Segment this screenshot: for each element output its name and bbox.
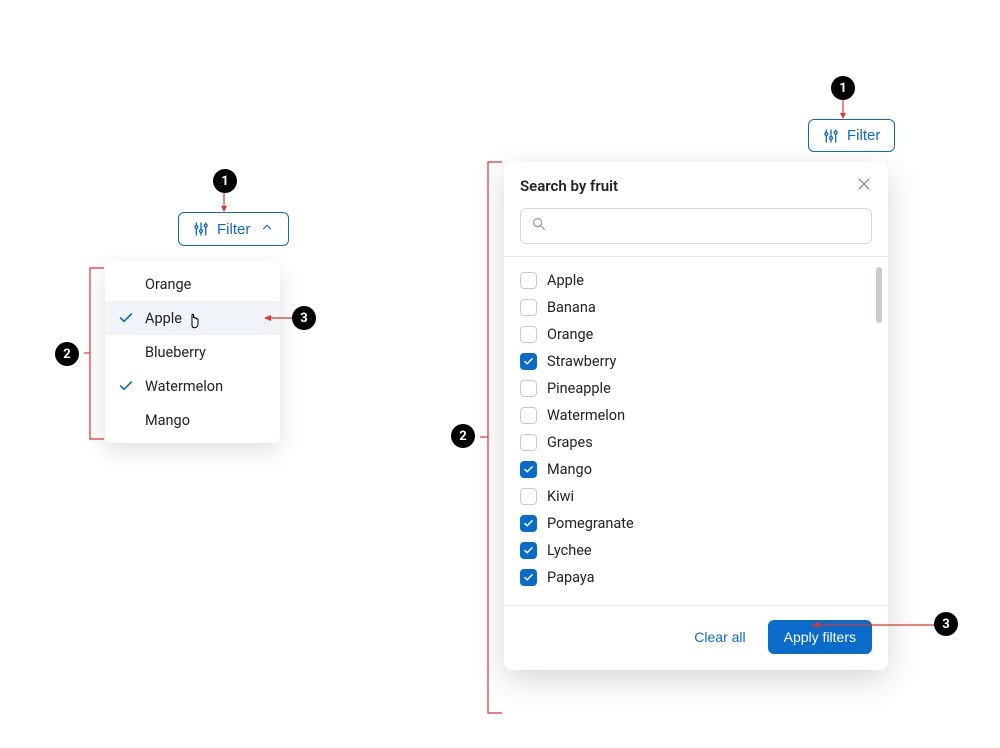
sliders-icon — [193, 221, 209, 237]
pointer-cursor-icon — [186, 310, 204, 330]
annotation-badge: 3 — [292, 306, 316, 330]
checkbox-label: Strawberry — [547, 353, 616, 370]
checkbox-label: Apple — [547, 272, 584, 289]
sliders-icon — [823, 128, 839, 144]
checkbox-label: Grapes — [547, 434, 593, 451]
checkbox-label: Pomegranate — [547, 515, 634, 532]
checkbox[interactable] — [520, 326, 537, 343]
annotation-badge: 2 — [55, 342, 79, 366]
checkbox-label: Banana — [547, 299, 596, 316]
checkbox-row[interactable]: Kiwi — [520, 483, 872, 510]
close-icon[interactable] — [856, 176, 872, 196]
filter-menu[interactable]: Orange Apple Blueberry Watermelon Mango — [105, 261, 280, 443]
checkbox-row[interactable]: Orange — [520, 321, 872, 348]
check-icon — [117, 377, 135, 395]
clear-all-button[interactable]: Clear all — [688, 628, 751, 646]
search-icon — [531, 216, 547, 236]
checkbox-label: Lychee — [547, 542, 592, 559]
menu-item[interactable]: Blueberry — [105, 335, 280, 369]
checkbox[interactable] — [520, 569, 537, 586]
checkbox[interactable] — [520, 380, 537, 397]
checkbox[interactable] — [520, 461, 537, 478]
filter-button-label: Filter — [217, 221, 250, 238]
checkbox[interactable] — [520, 542, 537, 559]
checkbox-row[interactable]: Mango — [520, 456, 872, 483]
checkbox-row[interactable]: Pomegranate — [520, 510, 872, 537]
checkbox-row[interactable]: Apple — [520, 267, 872, 294]
check-icon — [117, 275, 135, 293]
checkbox[interactable] — [520, 434, 537, 451]
check-icon — [117, 309, 135, 327]
checkbox[interactable] — [520, 353, 537, 370]
chevron-up-icon — [260, 220, 274, 238]
filter-panel: Search by fruit Apple Banana Orange Strawbe… — [504, 162, 888, 670]
menu-item-label: Blueberry — [145, 344, 206, 361]
filter-options-list: Apple Banana Orange Strawberry Pineapple Wate… — [504, 257, 888, 605]
checkbox[interactable] — [520, 407, 537, 424]
annotation-badge: 1 — [213, 169, 237, 193]
checkbox-row[interactable]: Papaya — [520, 564, 872, 591]
menu-item[interactable]: Orange — [105, 267, 280, 301]
check-icon — [117, 411, 135, 429]
menu-item-label: Orange — [145, 276, 191, 293]
checkbox-row[interactable]: Lychee — [520, 537, 872, 564]
checkbox[interactable] — [520, 488, 537, 505]
menu-item-label: Apple — [145, 310, 182, 327]
checkbox[interactable] — [520, 272, 537, 289]
checkbox-label: Mango — [547, 461, 592, 478]
menu-item[interactable]: Watermelon — [105, 369, 280, 403]
filter-button[interactable]: Filter — [808, 119, 895, 152]
checkbox[interactable] — [520, 299, 537, 316]
menu-item-label: Watermelon — [145, 378, 223, 395]
search-field[interactable] — [555, 217, 861, 235]
checkbox-row[interactable]: Grapes — [520, 429, 872, 456]
checkbox-row[interactable]: Pineapple — [520, 375, 872, 402]
annotation-badge: 3 — [934, 612, 958, 636]
checkbox-label: Kiwi — [547, 488, 574, 505]
checkbox[interactable] — [520, 515, 537, 532]
menu-item-label: Mango — [145, 412, 190, 429]
checkbox-label: Papaya — [547, 569, 595, 586]
checkbox-row[interactable]: Banana — [520, 294, 872, 321]
scrollbar-thumb[interactable] — [876, 267, 882, 323]
checkbox-label: Watermelon — [547, 407, 625, 424]
menu-item[interactable]: Mango — [105, 403, 280, 437]
checkbox-row[interactable]: Strawberry — [520, 348, 872, 375]
search-input[interactable] — [520, 208, 872, 244]
annotation-badge: 1 — [831, 76, 855, 100]
panel-title: Search by fruit — [520, 177, 618, 195]
filter-button-expanded[interactable]: Filter — [178, 212, 289, 246]
annotation-badge: 2 — [451, 424, 475, 448]
checkbox-row[interactable]: Watermelon — [520, 402, 872, 429]
checkbox-label: Orange — [547, 326, 593, 343]
checkbox-label: Pineapple — [547, 380, 611, 397]
filter-button-label: Filter — [847, 127, 880, 144]
check-icon — [117, 343, 135, 361]
apply-filters-button[interactable]: Apply filters — [768, 620, 872, 654]
